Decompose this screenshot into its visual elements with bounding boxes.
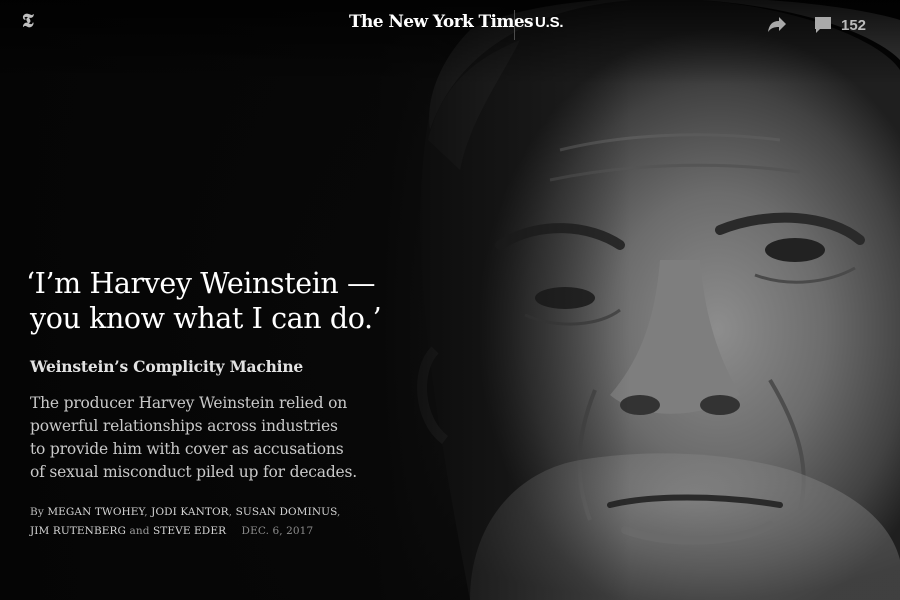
comment-bubble-icon: [815, 17, 831, 33]
summary: The producer Harvey Weinstein relied on …: [30, 392, 386, 484]
nyt-logo-icon[interactable]: 𝕿: [22, 12, 34, 31]
section-link[interactable]: U.S.: [535, 14, 564, 32]
author-link[interactable]: MEGAN TWOHEY: [47, 506, 144, 518]
byline-comma: ,: [144, 506, 148, 518]
headline: ‘I’m Harvey Weinstein — you know what I …: [26, 266, 386, 336]
article-intro: ‘I’m Harvey Weinstein — you know what I …: [26, 266, 386, 541]
summary-line: of sexual misconduct piled up for decade…: [30, 463, 358, 481]
comments-button[interactable]: 152: [814, 14, 866, 36]
share-button[interactable]: [767, 14, 787, 34]
author-link[interactable]: JIM RUTENBERG: [30, 525, 126, 537]
header-divider: [514, 10, 515, 40]
summary-line: powerful relationships across industries: [30, 417, 338, 435]
site-header: 𝕿 The New York Times U.S. 152: [0, 0, 900, 50]
byline-and: and: [129, 525, 150, 537]
masthead-logo[interactable]: The New York Times: [349, 13, 534, 32]
share-icon: [768, 17, 786, 32]
headline-line-2: you know what I can do.’: [30, 302, 382, 335]
article-hero: 𝕿 The New York Times U.S. 152 ‘I’m Harve…: [0, 0, 900, 600]
summary-line: The producer Harvey Weinstein relied on: [30, 394, 347, 412]
kicker[interactable]: Weinstein’s Complicity Machine: [30, 357, 386, 376]
headline-line-1: ‘I’m Harvey Weinstein —: [26, 267, 376, 300]
byline: By MEGAN TWOHEY, JODI KANTOR, SUSAN DOMI…: [30, 503, 386, 541]
publish-date: DEC. 6, 2017: [241, 525, 314, 537]
byline-comma: ,: [228, 506, 233, 518]
summary-line: to provide him with cover as accusations: [30, 440, 344, 458]
byline-comma: ,: [337, 506, 341, 518]
comments-count: 152: [841, 16, 867, 34]
author-link[interactable]: SUSAN DOMINUS: [236, 506, 337, 518]
author-link[interactable]: STEVE EDER: [153, 525, 226, 537]
byline-by: By: [30, 506, 44, 518]
author-link[interactable]: JODI KANTOR: [151, 506, 229, 518]
